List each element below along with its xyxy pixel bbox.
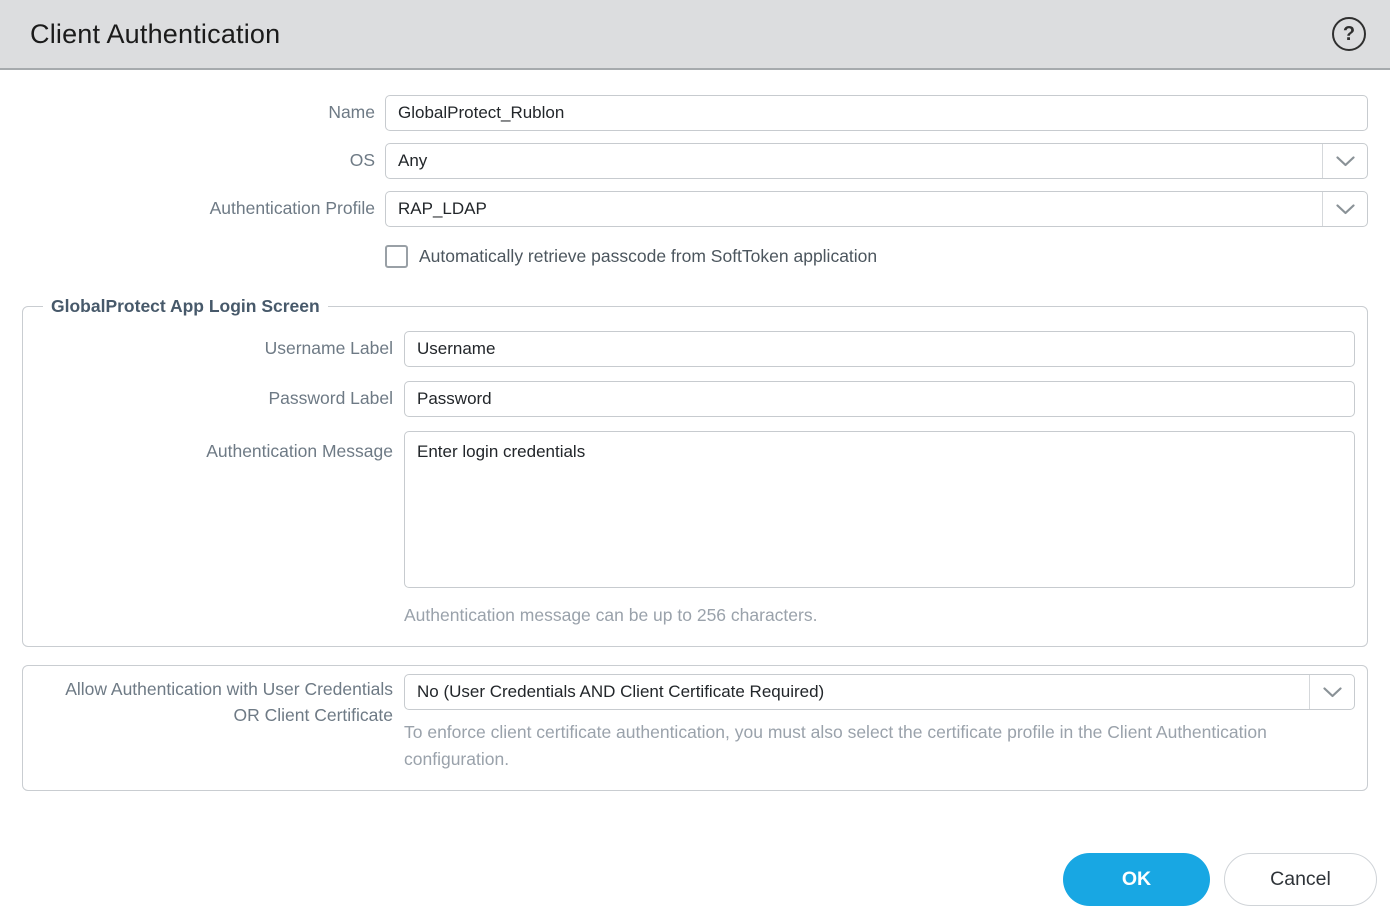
name-field-wrap: [385, 95, 1368, 131]
softtoken-checkbox-label: Automatically retrieve passcode from Sof…: [419, 246, 877, 267]
help-icon[interactable]: ?: [1332, 17, 1366, 51]
password-label-input[interactable]: [404, 381, 1355, 417]
softtoken-row: Automatically retrieve passcode from Sof…: [385, 245, 1368, 268]
footer: OK Cancel: [0, 853, 1377, 906]
password-label-row: Password Label: [35, 381, 1355, 417]
auth-message-textarea[interactable]: Enter login credentials: [404, 431, 1355, 588]
name-label: Name: [22, 101, 375, 125]
form-area: Name OS Any Authentication Profile RAP_L…: [0, 70, 1390, 906]
os-dropdown-value: Any: [386, 151, 1322, 171]
chevron-down-icon[interactable]: [1310, 687, 1354, 698]
dialog-header: Client Authentication ?: [0, 0, 1390, 70]
chevron-down-icon[interactable]: [1323, 156, 1367, 167]
auth-profile-field-wrap: RAP_LDAP: [385, 191, 1368, 227]
login-screen-panel: GlobalProtect App Login Screen Username …: [22, 296, 1368, 647]
ok-button[interactable]: OK: [1063, 853, 1210, 906]
name-row: Name: [22, 95, 1368, 131]
cert-hint: To enforce client certificate authentica…: [404, 719, 1284, 772]
auth-profile-label: Authentication Profile: [22, 197, 375, 221]
os-field-wrap: Any: [385, 143, 1368, 179]
dialog-title: Client Authentication: [30, 19, 280, 50]
username-label: Username Label: [35, 336, 393, 361]
auth-profile-dropdown[interactable]: RAP_LDAP: [385, 191, 1368, 227]
chevron-down-icon[interactable]: [1323, 204, 1367, 215]
username-label-input[interactable]: [404, 331, 1355, 367]
softtoken-checkbox[interactable]: [385, 245, 408, 268]
auth-message-label: Authentication Message: [35, 431, 393, 464]
cert-label: Allow Authentication with User Credentia…: [35, 674, 393, 728]
username-label-row: Username Label: [35, 331, 1355, 367]
name-input[interactable]: [385, 95, 1368, 131]
password-field-wrap: [404, 381, 1355, 417]
os-label: OS: [22, 149, 375, 173]
cancel-button[interactable]: Cancel: [1224, 853, 1377, 906]
cert-dropdown-value: No (User Credentials AND Client Certific…: [405, 682, 1309, 702]
login-screen-legend: GlobalProtect App Login Screen: [43, 296, 328, 317]
cert-field-wrap: No (User Credentials AND Client Certific…: [404, 674, 1355, 772]
password-label: Password Label: [35, 386, 393, 411]
cert-row: Allow Authentication with User Credentia…: [35, 674, 1355, 772]
help-icon-glyph: ?: [1343, 23, 1355, 46]
auth-profile-dropdown-value: RAP_LDAP: [386, 199, 1322, 219]
auth-message-field-wrap: Enter login credentials Authentication m…: [404, 431, 1355, 628]
auth-message-hint: Authentication message can be up to 256 …: [404, 602, 1284, 628]
auth-profile-row: Authentication Profile RAP_LDAP: [22, 191, 1368, 227]
username-field-wrap: [404, 331, 1355, 367]
auth-message-row: Authentication Message Enter login crede…: [35, 431, 1355, 628]
os-dropdown[interactable]: Any: [385, 143, 1368, 179]
os-row: OS Any: [22, 143, 1368, 179]
cert-panel: Allow Authentication with User Credentia…: [22, 665, 1368, 791]
cert-dropdown[interactable]: No (User Credentials AND Client Certific…: [404, 674, 1355, 710]
